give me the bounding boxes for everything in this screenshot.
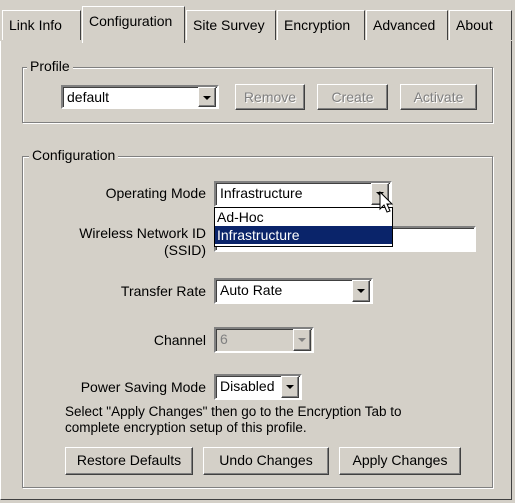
power-saving-label: Power Saving Mode — [80, 379, 206, 395]
operating-mode-value: Infrastructure — [220, 185, 303, 201]
operating-mode-select[interactable]: Infrastructure — [214, 181, 392, 207]
tab-about[interactable]: About — [449, 10, 512, 40]
restore-defaults-button[interactable]: Restore Defaults — [65, 447, 193, 475]
operating-mode-label: Operating Mode — [105, 185, 206, 201]
tab-link-info[interactable]: Link Info — [2, 10, 81, 40]
channel-value: 6 — [220, 331, 228, 347]
undo-changes-button[interactable]: Undo Changes — [203, 447, 329, 475]
chevron-down-icon — [203, 96, 211, 100]
activate-button[interactable]: Activate — [400, 84, 477, 110]
ssid-label-line1: Wireless Network ID — [79, 225, 206, 241]
channel-dropdown-button[interactable] — [293, 329, 311, 351]
transfer-rate-dropdown-button[interactable] — [352, 280, 370, 302]
configuration-group-label: Configuration — [29, 147, 119, 163]
transfer-rate-value: Auto Rate — [220, 282, 283, 298]
transfer-rate-select[interactable]: Auto Rate — [214, 278, 373, 304]
profile-dropdown-button[interactable] — [198, 87, 216, 107]
tab-panel: Profile default Remove Create Activate C… — [0, 41, 512, 500]
encryption-note-line2: complete encryption setup of this profil… — [65, 420, 307, 435]
encryption-note-line1: Select "Apply Changes" then go to the En… — [65, 404, 402, 419]
remove-button[interactable]: Remove — [235, 84, 305, 110]
mouse-pointer-icon — [379, 191, 394, 213]
operating-mode-options-list[interactable]: Ad-Hoc Infrastructure — [214, 207, 393, 247]
chevron-down-icon — [298, 338, 306, 342]
option-ad-hoc[interactable]: Ad-Hoc — [215, 208, 392, 226]
tab-advanced[interactable]: Advanced — [366, 10, 448, 40]
transfer-rate-label: Transfer Rate — [120, 283, 206, 299]
tab-site-survey[interactable]: Site Survey — [186, 10, 276, 40]
channel-label: Channel — [153, 332, 206, 348]
profile-select-value: default — [67, 89, 110, 105]
option-infrastructure[interactable]: Infrastructure — [215, 226, 392, 244]
tab-encryption[interactable]: Encryption — [277, 10, 365, 40]
chevron-down-icon — [286, 385, 294, 389]
chevron-down-icon — [357, 289, 365, 293]
power-saving-dropdown-button[interactable] — [281, 376, 299, 398]
profile-select[interactable]: default — [61, 85, 219, 109]
ssid-label-line2: (SSID) — [164, 242, 206, 258]
create-button[interactable]: Create — [317, 84, 388, 110]
power-saving-value: Disabled — [220, 378, 275, 394]
apply-changes-button[interactable]: Apply Changes — [339, 447, 461, 475]
tab-configuration[interactable]: Configuration — [82, 6, 185, 43]
profile-group-label: Profile — [27, 58, 73, 74]
